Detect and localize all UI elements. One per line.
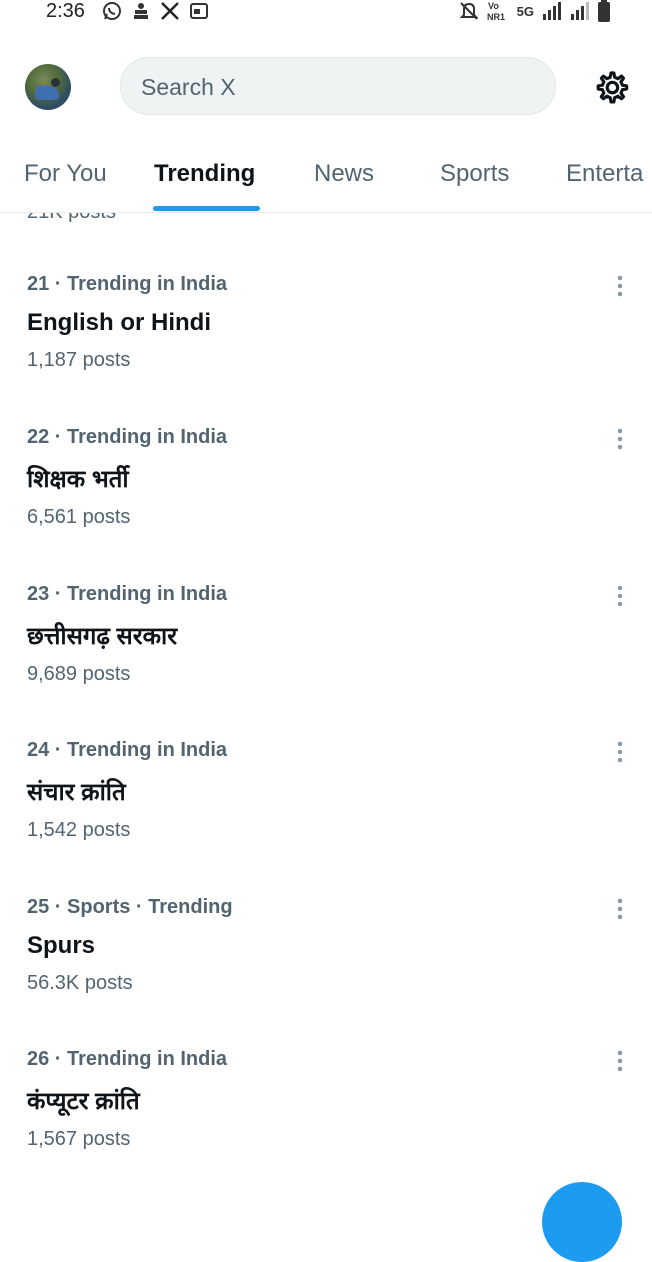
status-left-icons bbox=[102, 1, 209, 21]
trend-item[interactable]: 26 · Trending in India कंप्यूटर क्रांति … bbox=[0, 1048, 652, 1200]
tab-trending[interactable]: Trending bbox=[154, 160, 255, 188]
trend-meta: 21 · Trending in India bbox=[27, 273, 228, 295]
status-bar: 2:36 Vo NR1 5G bbox=[0, 0, 652, 30]
status-right-icons: Vo NR1 5G bbox=[459, 0, 610, 22]
trend-post-count: 1,187 posts bbox=[27, 349, 131, 371]
more-options-icon[interactable] bbox=[608, 1046, 632, 1076]
trend-meta: 24 · Trending in India bbox=[27, 739, 228, 761]
tab-for-you[interactable]: For You bbox=[24, 160, 107, 188]
trend-name: कंप्यूटर क्रांति bbox=[27, 1088, 140, 1115]
trend-item[interactable]: 21 · Trending in India English or Hindi … bbox=[0, 273, 652, 429]
x-logo-icon bbox=[161, 2, 179, 20]
explore-tabs: For You Trending News Sports Enterta bbox=[0, 150, 652, 213]
compose-post-button[interactable] bbox=[542, 1182, 622, 1262]
search-placeholder: Search X bbox=[141, 74, 236, 100]
trend-item[interactable]: 25 · Sports · Trending Spurs 56.3K posts bbox=[0, 896, 652, 1052]
whatsapp-icon bbox=[103, 2, 121, 20]
trend-meta: 23 · Trending in India bbox=[27, 583, 228, 605]
trend-post-count: 1,567 posts bbox=[27, 1128, 131, 1150]
avatar-figure-head bbox=[51, 78, 60, 87]
more-options-icon[interactable] bbox=[608, 424, 632, 454]
trend-item[interactable]: 22 · Trending in India शिक्षक भर्ती 6,56… bbox=[0, 426, 652, 582]
trend-post-count: 6,561 posts bbox=[27, 506, 131, 528]
trend-meta: 25 · Sports · Trending bbox=[27, 896, 233, 918]
mute-icon bbox=[459, 2, 479, 20]
network-type: 5G bbox=[516, 3, 534, 19]
avatar-figure bbox=[35, 86, 59, 100]
signal-icon bbox=[543, 2, 561, 20]
calendar-icon bbox=[190, 3, 208, 19]
gear-icon[interactable] bbox=[592, 69, 630, 107]
trend-name: शिक्षक भर्ती bbox=[27, 466, 129, 493]
search-input[interactable]: Search X bbox=[120, 57, 556, 115]
more-options-icon[interactable] bbox=[608, 581, 632, 611]
avatar[interactable] bbox=[25, 64, 71, 110]
more-options-icon[interactable] bbox=[608, 894, 632, 924]
status-time: 2:36 bbox=[46, 0, 85, 22]
trend-post-count: 9,689 posts bbox=[27, 663, 131, 685]
tab-sports[interactable]: Sports bbox=[440, 160, 509, 188]
trend-name: Spurs bbox=[27, 932, 96, 959]
trend-name: संचार क्रांति bbox=[27, 779, 126, 806]
trend-meta: 26 · Trending in India bbox=[27, 1048, 228, 1070]
trend-meta: 22 · Trending in India bbox=[27, 426, 228, 448]
more-options-icon[interactable] bbox=[608, 271, 632, 301]
top-header: Search X bbox=[0, 50, 652, 128]
trending-feed: 21K posts 21 · Trending in India English… bbox=[0, 213, 652, 1200]
partial-post-count: 21K posts bbox=[27, 213, 116, 224]
trend-item[interactable]: 23 · Trending in India छत्तीसगढ़ सरकार 9… bbox=[0, 583, 652, 739]
trend-name: छत्तीसगढ़ सरकार bbox=[27, 623, 178, 650]
trend-item[interactable]: 24 · Trending in India संचार क्रांति 1,5… bbox=[0, 739, 652, 895]
signal-icon bbox=[571, 2, 589, 20]
volte-icon: Vo NR1 bbox=[487, 1, 505, 22]
trend-post-count: 1,542 posts bbox=[27, 819, 131, 841]
tab-entertainment[interactable]: Enterta bbox=[566, 160, 643, 188]
trend-name: English or Hindi bbox=[27, 309, 211, 336]
app-icon bbox=[134, 3, 148, 19]
tab-news[interactable]: News bbox=[314, 160, 374, 188]
active-tab-indicator bbox=[153, 206, 260, 211]
svg-text:Vo: Vo bbox=[488, 1, 499, 11]
svg-text:NR1: NR1 bbox=[487, 12, 505, 22]
more-options-icon[interactable] bbox=[608, 737, 632, 767]
trend-post-count: 56.3K posts bbox=[27, 972, 133, 994]
battery-icon bbox=[598, 0, 610, 22]
